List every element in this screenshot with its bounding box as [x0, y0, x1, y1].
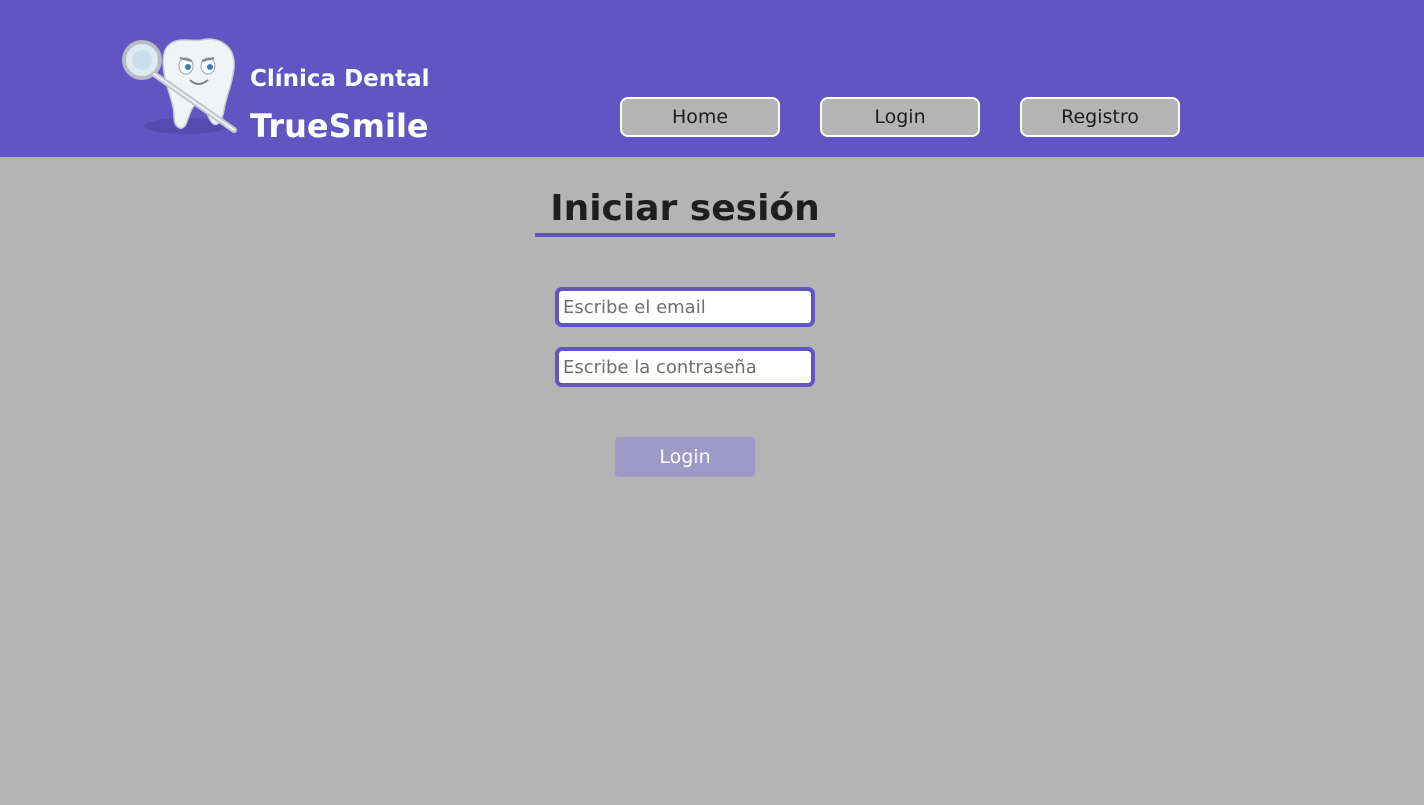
tooth-mascot-icon	[116, 34, 244, 138]
email-input[interactable]	[555, 287, 815, 327]
brand-name: TrueSmile	[250, 107, 429, 145]
nav-login-button[interactable]: Login	[820, 97, 980, 137]
site-header: Clínica Dental TrueSmile Home Login Regi…	[0, 0, 1424, 157]
login-submit-button[interactable]: Login	[615, 437, 755, 477]
title-underline	[535, 233, 835, 237]
nav-home-button[interactable]: Home	[620, 97, 780, 137]
brand-subtitle: Clínica Dental	[250, 66, 430, 92]
page-title: Iniciar sesión	[550, 188, 820, 229]
nav-registro-button[interactable]: Registro	[1020, 97, 1180, 137]
password-input[interactable]	[555, 347, 815, 387]
